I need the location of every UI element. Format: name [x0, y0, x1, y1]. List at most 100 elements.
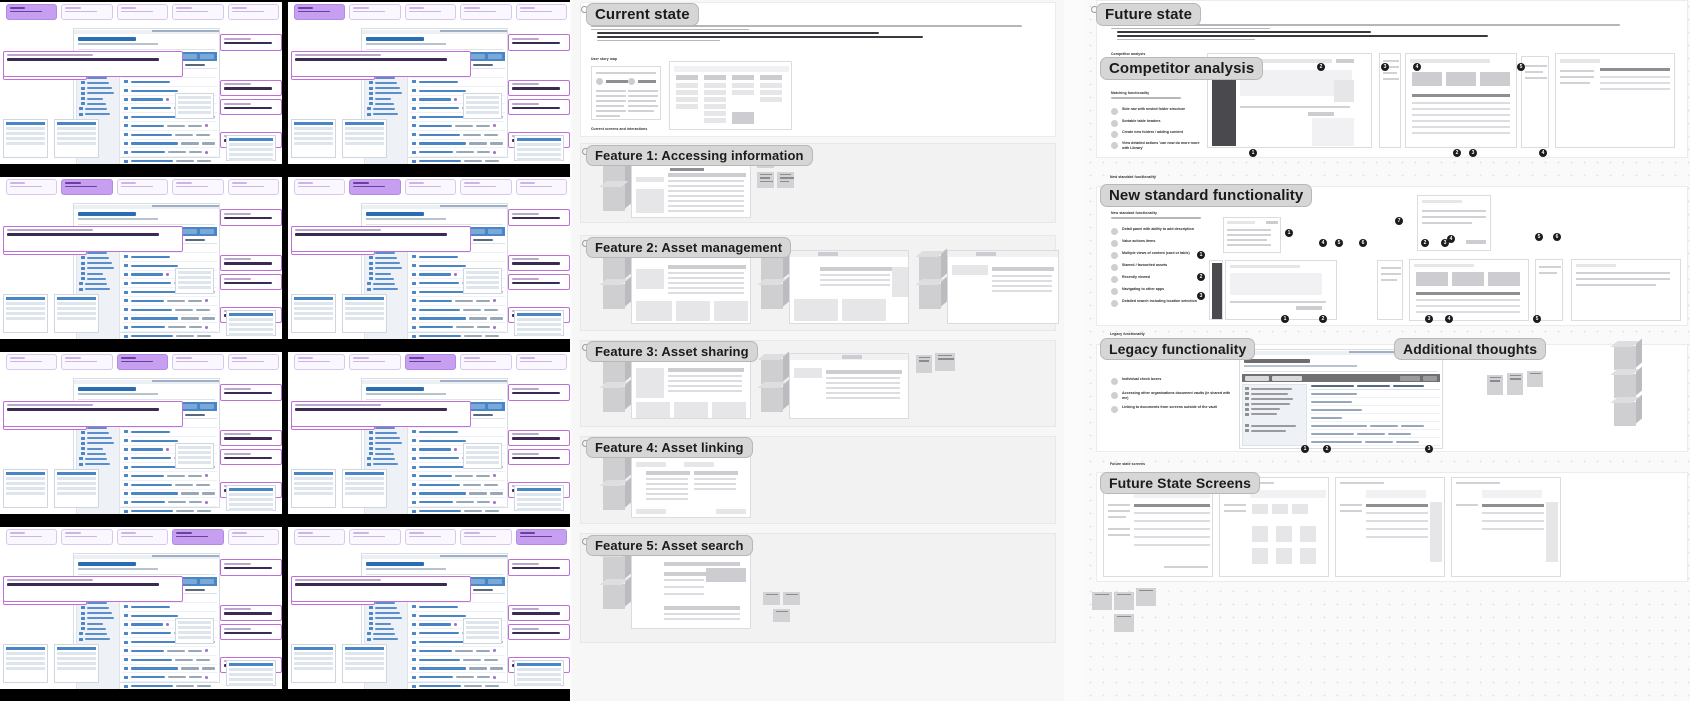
folder-tree-item[interactable]: [81, 81, 117, 85]
folder-tree-item[interactable]: [81, 452, 117, 456]
detail-panel-mock[interactable]: [225, 309, 277, 336]
detail-panel-mock[interactable]: [513, 659, 565, 686]
feature-tab[interactable]: [349, 529, 401, 546]
table-row[interactable]: [121, 656, 217, 665]
folder-tree-item[interactable]: [79, 637, 117, 641]
feature-tab[interactable]: [349, 179, 401, 196]
table-row[interactable]: [409, 603, 505, 612]
detail-panel-mock[interactable]: [513, 484, 565, 511]
table-row[interactable]: [410, 507, 505, 514]
annotation-callout[interactable]: [507, 34, 570, 51]
annotation-callout[interactable]: [219, 604, 282, 621]
context-menu[interactable]: [174, 267, 215, 294]
annotation-callout[interactable]: [507, 79, 570, 96]
folder-tree-item[interactable]: [79, 462, 117, 466]
row-action-icon[interactable]: [492, 299, 496, 303]
feature-5-label[interactable]: Feature 5: Asset search: [586, 535, 753, 556]
row-action-icon[interactable]: [205, 500, 209, 504]
table-row[interactable]: [121, 481, 217, 490]
folder-tree-item[interactable]: [81, 627, 117, 631]
feature-tab[interactable]: [61, 179, 113, 196]
feature-tabbar[interactable]: [5, 529, 280, 546]
table-row[interactable]: [409, 665, 505, 674]
annotation-callout[interactable]: [290, 50, 472, 77]
detail-panel-mock[interactable]: [513, 309, 565, 336]
table-row[interactable]: [409, 498, 505, 508]
context-menu[interactable]: [174, 92, 215, 119]
feature-tab[interactable]: [349, 4, 401, 21]
table-row[interactable]: [409, 428, 505, 437]
feature-tab[interactable]: [227, 529, 280, 546]
row-action-icon[interactable]: [453, 623, 457, 627]
design-frame[interactable]: [0, 2, 282, 164]
annotation-callout[interactable]: [219, 624, 282, 641]
feature-tab[interactable]: [404, 354, 457, 371]
future-state-title[interactable]: Future state: [1096, 3, 1202, 26]
detail-panel-mock[interactable]: [53, 293, 99, 333]
folder-tree-item[interactable]: [369, 616, 405, 620]
context-menu[interactable]: [462, 92, 503, 119]
annotation-callout[interactable]: [219, 274, 282, 291]
annotation-callout[interactable]: [219, 429, 282, 446]
detail-panel-mock[interactable]: [2, 468, 48, 508]
folder-tree-item[interactable]: [369, 266, 405, 270]
feature-tab[interactable]: [293, 4, 346, 21]
table-row[interactable]: [121, 490, 217, 499]
folder-tree-item[interactable]: [369, 622, 405, 626]
annotation-callout[interactable]: [507, 559, 570, 576]
folder-tree-item[interactable]: [369, 611, 405, 615]
detail-panel-mock[interactable]: [290, 118, 336, 158]
folder-tree-item[interactable]: [81, 97, 117, 101]
folder-tree-item[interactable]: [369, 436, 405, 440]
folder-tree-item[interactable]: [79, 107, 117, 111]
folder-tree-item[interactable]: [81, 622, 117, 626]
feature-tab[interactable]: [515, 529, 568, 546]
column-header[interactable]: [184, 413, 205, 417]
feature-tab[interactable]: [172, 4, 224, 21]
column-header[interactable]: [472, 238, 493, 242]
feature-tab[interactable]: [460, 354, 512, 371]
folder-tree-item[interactable]: [81, 441, 117, 445]
annotation-callout[interactable]: [2, 225, 184, 252]
table-row[interactable]: [121, 673, 217, 683]
table-row[interactable]: [121, 315, 217, 324]
context-menu[interactable]: [462, 442, 503, 469]
folder-tree-item[interactable]: [81, 256, 117, 260]
feature-tabbar[interactable]: [293, 354, 568, 371]
folder-tree-item[interactable]: [79, 632, 117, 636]
annotation-callout[interactable]: [2, 400, 184, 427]
feature-tab[interactable]: [293, 529, 346, 546]
folder-tree-item[interactable]: [369, 91, 405, 95]
table-row[interactable]: [409, 481, 505, 490]
table-row[interactable]: [410, 682, 505, 689]
feature-tab[interactable]: [5, 4, 58, 21]
row-action-icon[interactable]: [492, 124, 496, 128]
table-row[interactable]: [409, 323, 505, 333]
annotation-callout[interactable]: [290, 400, 472, 427]
feature-3-label[interactable]: Feature 3: Asset sharing: [586, 341, 758, 362]
table-row[interactable]: [122, 507, 217, 514]
folder-tree-item[interactable]: [81, 431, 117, 435]
column-header[interactable]: [472, 588, 493, 592]
folder-tree-item[interactable]: [367, 632, 405, 636]
search-button[interactable]: [199, 53, 214, 59]
folder-tree-item[interactable]: [369, 447, 405, 451]
feature-tabbar[interactable]: [5, 354, 280, 371]
row-action-icon[interactable]: [165, 448, 169, 452]
detail-panel-mock[interactable]: [341, 468, 387, 508]
column-header[interactable]: [184, 63, 205, 67]
feature-tab[interactable]: [116, 179, 169, 196]
folder-tree-item[interactable]: [79, 112, 117, 116]
folder-tree-item[interactable]: [367, 112, 405, 116]
row-action-icon[interactable]: [165, 273, 169, 277]
folder-tree-item[interactable]: [369, 441, 405, 445]
annotation-callout[interactable]: [507, 254, 570, 271]
feature-tabbar[interactable]: [293, 179, 568, 196]
feature-4-label[interactable]: Feature 4: Asset linking: [586, 437, 753, 458]
feature-tab[interactable]: [460, 179, 512, 196]
table-row[interactable]: [410, 157, 505, 164]
annotation-callout[interactable]: [2, 575, 184, 602]
detail-panel-mock[interactable]: [2, 643, 48, 683]
feature-tab[interactable]: [460, 529, 512, 546]
detail-panel-mock[interactable]: [53, 468, 99, 508]
